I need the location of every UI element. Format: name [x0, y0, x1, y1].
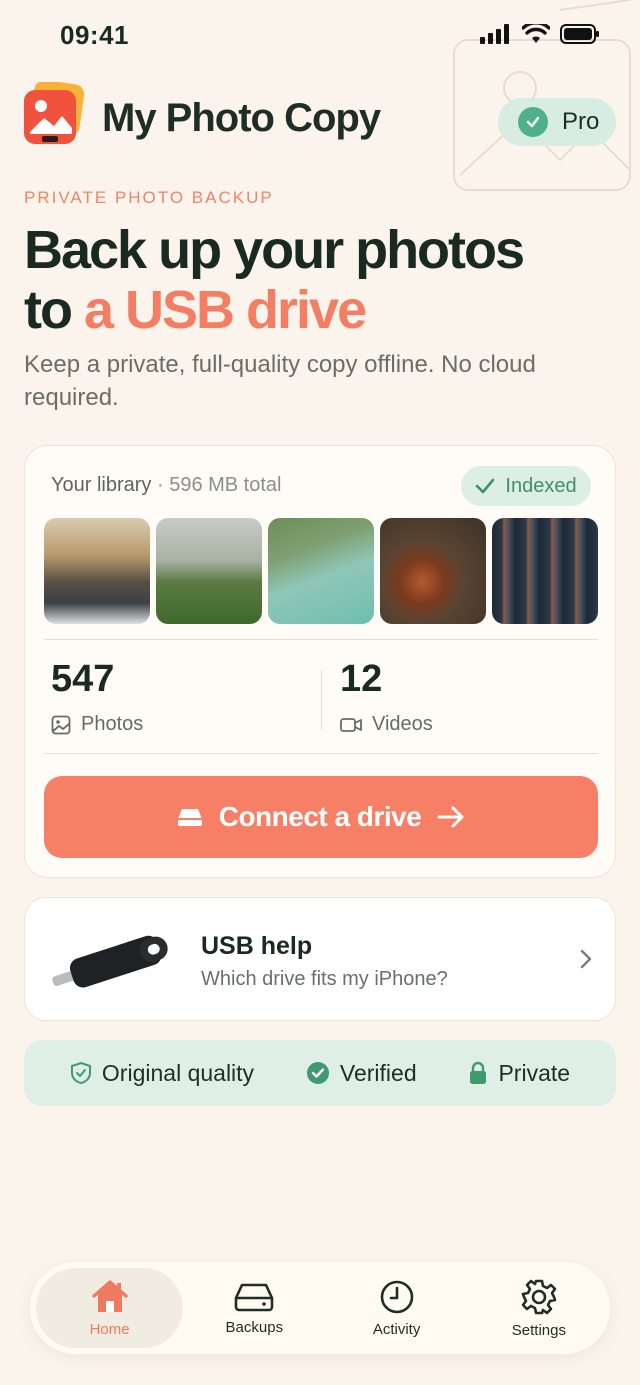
photo-thumbnail-books[interactable] [492, 518, 598, 624]
photos-count: 547 [51, 658, 115, 700]
library-separator: · [151, 474, 170, 496]
app-logo-icon [24, 82, 85, 144]
videos-count: 12 [340, 658, 383, 700]
trust-badges: Original quality Verified Private [24, 1040, 616, 1106]
usb-help-subtitle: Which drive fits my iPhone? [201, 968, 448, 990]
usb-drive-illustration [52, 935, 168, 988]
chevron-right-icon [580, 949, 592, 969]
trust-original-quality-label: Original quality [101, 1059, 255, 1086]
divider [44, 753, 598, 754]
usb-help-title: USB help [201, 932, 313, 960]
drive-icon [177, 809, 202, 826]
photo-thumbnails [44, 518, 598, 624]
cellular-signal-icon [480, 24, 509, 44]
tab-bar: Home Backups Activity Settings [30, 1262, 610, 1354]
usb-help-card[interactable]: USB help Which drive fits my iPhone? [24, 897, 616, 1021]
connect-drive-button[interactable]: Connect a drive [44, 776, 598, 858]
photo-thumbnail-mountain[interactable] [44, 518, 150, 624]
videos-label: Videos [372, 713, 433, 735]
tab-home[interactable]: Home [36, 1268, 184, 1348]
check-circle-icon [306, 1062, 329, 1084]
trust-verified-label: Verified [339, 1059, 417, 1086]
indexed-label: Indexed [505, 474, 577, 497]
hero-title-line1: Back up your photos [24, 220, 525, 280]
library-header: Your library · 596 MB total [51, 474, 282, 497]
tab-settings[interactable]: Settings [468, 1268, 610, 1348]
hero-eyebrow: PRIVATE PHOTO BACKUP [24, 188, 274, 207]
status-time: 09:41 [60, 20, 129, 50]
tab-activity[interactable]: Activity [325, 1268, 467, 1348]
library-label: Your library [51, 474, 152, 496]
videos-sub: Videos [340, 713, 433, 736]
photos-sub: Photos [51, 713, 143, 736]
tab-backups-label: Backups [225, 1318, 284, 1336]
pro-badge[interactable]: Pro [498, 98, 616, 146]
home-icon [91, 1279, 128, 1312]
hero-title-line2: to a USB drive [24, 280, 614, 340]
divider [44, 639, 598, 640]
hero-title-prefix: to [24, 280, 84, 340]
shield-check-icon [70, 1061, 91, 1085]
drive-icon [235, 1283, 274, 1311]
videos-stat: 12 Videos [340, 658, 433, 736]
pro-label: Pro [562, 108, 600, 135]
tab-backups[interactable]: Backups [183, 1268, 325, 1348]
tab-home-label: Home [89, 1320, 130, 1338]
photos-stat: 547 Photos [51, 658, 143, 736]
tab-activity-label: Activity [372, 1320, 421, 1338]
trust-original-quality: Original quality [70, 1060, 254, 1087]
arrow-right-icon [437, 806, 464, 828]
trust-verified: Verified [306, 1060, 417, 1087]
checkmark-icon [476, 478, 495, 494]
wifi-icon [522, 24, 550, 43]
app-header: My Photo Copy Pro [24, 82, 616, 162]
check-icon [518, 107, 548, 137]
gear-icon [521, 1279, 557, 1314]
hero-subtitle: Keep a private, full-quality copy offlin… [24, 351, 536, 411]
battery-icon [560, 24, 599, 44]
library-size: 596 MB total [169, 474, 282, 496]
trust-private-label: Private [498, 1059, 571, 1086]
library-card: Your library · 596 MB total Indexed 547 … [24, 445, 616, 878]
app-title: My Photo Copy [102, 96, 381, 140]
hero-title: Back up your photos to a USB drive [24, 220, 614, 340]
photo-thumbnail-meadow[interactable] [156, 518, 262, 624]
lock-icon [470, 1061, 487, 1084]
hero-title-accent: a USB drive [83, 280, 367, 340]
status-bar: 09:41 [0, 0, 640, 72]
tab-settings-label: Settings [511, 1321, 566, 1339]
image-icon [51, 715, 71, 734]
trust-private: Private [468, 1060, 570, 1087]
connect-drive-label: Connect a drive [218, 801, 422, 832]
stat-separator [321, 670, 322, 730]
clock-icon [380, 1280, 413, 1313]
photo-thumbnail-lake[interactable] [268, 518, 374, 624]
indexed-badge: Indexed [461, 466, 591, 506]
status-icons [480, 24, 600, 44]
photos-label: Photos [81, 713, 144, 735]
photo-thumbnail-coffee[interactable] [380, 518, 486, 624]
video-camera-icon [340, 717, 362, 732]
